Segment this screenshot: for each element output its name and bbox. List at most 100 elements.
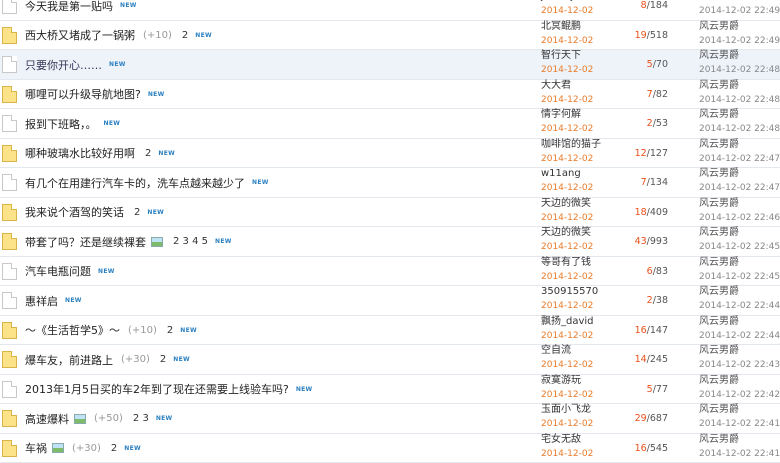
- new-badge: NEW: [104, 120, 121, 127]
- last-post-time[interactable]: 2014-12-02 22:43: [699, 359, 780, 372]
- page-links[interactable]: 2: [134, 207, 140, 218]
- thread-title-link[interactable]: 高速爆料: [25, 411, 69, 427]
- last-post-cell: 风云男爵 2014-12-02 22:47: [699, 138, 780, 166]
- thread-row[interactable]: 西大桥又堵成了一锅粥(+10)2NEW北冥鲲鹏2014-12-0219/518风…: [0, 21, 780, 51]
- last-poster-link[interactable]: 风云男爵: [699, 344, 780, 357]
- thread-title-link[interactable]: 报到下班略，。: [25, 116, 97, 132]
- last-poster-link[interactable]: 风云男爵: [699, 20, 780, 33]
- last-post-time[interactable]: 2014-12-02 22:46: [699, 212, 780, 225]
- thread-title-link[interactable]: 哪种玻璃水比较好用啊: [25, 145, 135, 161]
- hot-topic-icon: [2, 440, 17, 457]
- thread-row[interactable]: ～《生活哲学5》～(+10)2NEW飘扬_david2014-12-0216/1…: [0, 316, 780, 346]
- thread-title-area: 2013年1月5日买的车2年到了现在还需要上线验车吗? NEW: [25, 375, 525, 404]
- last-post-cell: 风云男爵 2014-12-02 22:48: [699, 49, 780, 77]
- last-post-time[interactable]: 2014-12-02 22:45: [699, 271, 780, 284]
- page-links[interactable]: 2: [160, 354, 166, 365]
- thread-row[interactable]: 哪哩可以升级导航地图?NEW大大君2014-12-027/82风云男爵2014-…: [0, 80, 780, 110]
- reply-view-count: 2/53: [620, 109, 668, 138]
- last-post-cell: 风云男爵 2014-12-02 22:42: [699, 374, 780, 402]
- thread-title-link[interactable]: 爆车友，前进路上: [25, 352, 113, 368]
- thread-title-area: 我来说个酒驾的笑话2NEW: [25, 198, 525, 227]
- thread-row[interactable]: 哪种玻璃水比较好用啊2NEW咖啡馆的猫子2014-12-0212/127风云男爵…: [0, 139, 780, 169]
- last-post-time[interactable]: 2014-12-02 22:41: [699, 418, 780, 431]
- thread-row[interactable]: 报到下班略，。NEW情字何解2014-12-022/53风云男爵2014-12-…: [0, 109, 780, 139]
- image-attachment-icon: [74, 414, 86, 424]
- new-badge: NEW: [180, 327, 197, 334]
- last-post-time[interactable]: 2014-12-02 22:48: [699, 123, 780, 136]
- last-post-time[interactable]: 2014-12-02 22:49: [699, 35, 780, 48]
- last-poster-link[interactable]: 风云男爵: [699, 167, 780, 180]
- page-links[interactable]: 2: [145, 148, 151, 159]
- last-poster-link[interactable]: 风云男爵: [699, 433, 780, 446]
- last-poster-link[interactable]: 风云男爵: [699, 374, 780, 387]
- last-post-cell: 风云男爵 2014-12-02 22:49: [699, 20, 780, 48]
- thread-row[interactable]: 今天我是第一贴吗NEWjizhenjin2014-12-028/184风云男爵2…: [0, 0, 780, 21]
- reply-view-count: 16/147: [620, 316, 668, 345]
- thread-title-area: 哪种玻璃水比较好用啊2NEW: [25, 139, 525, 168]
- thread-title-link[interactable]: 带套了吗？还是继续裸套: [25, 234, 146, 250]
- last-post-time[interactable]: 2014-12-02 22:41: [699, 448, 780, 461]
- thread-row[interactable]: 有几个在用建行汽车卡的，洗车点越来越少了NEWw11ang2014-12-027…: [0, 168, 780, 198]
- new-badge: NEW: [296, 386, 313, 393]
- last-poster-link[interactable]: 风云男爵: [699, 403, 780, 416]
- thread-row[interactable]: 带套了吗？还是继续裸套2 3 4 5NEW天边的微笑2014-12-0243/9…: [0, 227, 780, 257]
- thread-title-area: 西大桥又堵成了一锅粥(+10)2NEW: [25, 21, 525, 50]
- thread-row[interactable]: 我来说个酒驾的笑话2NEW天边的微笑2014-12-0218/409风云男爵20…: [0, 198, 780, 228]
- page-links[interactable]: 2: [167, 325, 173, 336]
- thread-title-link[interactable]: 2013年1月5日买的车2年到了现在还需要上线验车吗?: [25, 381, 289, 397]
- thread-title-link[interactable]: 西大桥又堵成了一锅粥: [25, 27, 135, 43]
- last-poster-link[interactable]: 风云男爵: [699, 49, 780, 62]
- thread-row[interactable]: 车祸(+30)2NEW宅女无敌2014-12-0216/545风云男爵2014-…: [0, 434, 780, 463]
- thread-title-link[interactable]: 哪哩可以升级导航地图?: [25, 86, 141, 102]
- topic-icon: [2, 292, 17, 309]
- last-post-cell: 风云男爵 2014-12-02 22:45: [699, 256, 780, 284]
- thread-row[interactable]: 惠祥启NEW3509155702014-12-022/38风云男爵2014-12…: [0, 286, 780, 316]
- last-poster-link[interactable]: 风云男爵: [699, 256, 780, 269]
- view-count: 687: [650, 413, 668, 424]
- reply-view-count: 5/77: [620, 375, 668, 404]
- page-links[interactable]: 2: [111, 443, 117, 454]
- last-post-time[interactable]: 2014-12-02 22:42: [699, 389, 780, 402]
- last-post-time[interactable]: 2014-12-02 22:48: [699, 94, 780, 107]
- thread-title-link[interactable]: 有几个在用建行汽车卡的，洗车点越来越少了: [25, 175, 245, 191]
- reply-count: 14: [635, 354, 647, 365]
- last-post-time[interactable]: 2014-12-02 22:47: [699, 153, 780, 166]
- page-links[interactable]: 2: [182, 30, 188, 41]
- thread-title-link[interactable]: 汽车电瓶问题: [25, 263, 91, 279]
- thread-row[interactable]: 高速爆料(+50)2 3NEW玉面小飞龙2014-12-0229/687风云男爵…: [0, 404, 780, 434]
- topic-icon: [2, 56, 17, 73]
- thread-row[interactable]: 只要你开心……NEW智行天下2014-12-025/70风云男爵2014-12-…: [0, 50, 780, 80]
- last-poster-link[interactable]: 风云男爵: [699, 226, 780, 239]
- thread-row[interactable]: 2013年1月5日买的车2年到了现在还需要上线验车吗?NEW寂寞游玩2014-1…: [0, 375, 780, 405]
- thread-title-link[interactable]: ～《生活哲学5》～: [25, 322, 120, 338]
- last-post-time[interactable]: 2014-12-02 22:48: [699, 64, 780, 77]
- last-poster-link[interactable]: 风云男爵: [699, 197, 780, 210]
- last-post-cell: 风云男爵 2014-12-02 22:41: [699, 403, 780, 431]
- last-post-time[interactable]: 2014-12-02 22:44: [699, 300, 780, 313]
- thread-title-link[interactable]: 惠祥启: [25, 293, 58, 309]
- thread-row[interactable]: 汽车电瓶问题NEW等哥有了钱2014-12-026/83风云男爵2014-12-…: [0, 257, 780, 287]
- last-poster-link[interactable]: 风云男爵: [699, 79, 780, 92]
- new-badge: NEW: [148, 91, 165, 98]
- thread-title-link[interactable]: 车祸: [25, 440, 47, 456]
- page-links[interactable]: 2 3: [133, 413, 149, 424]
- last-poster-link[interactable]: 风云男爵: [699, 285, 780, 298]
- hot-topic-icon: [2, 86, 17, 103]
- last-post-time[interactable]: 2014-12-02 22:45: [699, 241, 780, 254]
- last-poster-link[interactable]: 风云男爵: [699, 108, 780, 121]
- last-poster-link[interactable]: 风云男爵: [699, 0, 780, 3]
- last-post-cell: 风云男爵 2014-12-02 22:43: [699, 344, 780, 372]
- last-poster-link[interactable]: 风云男爵: [699, 138, 780, 151]
- page-links[interactable]: 2 3 4 5: [173, 236, 208, 247]
- last-post-time[interactable]: 2014-12-02 22:47: [699, 182, 780, 195]
- thread-title-link[interactable]: 只要你开心……: [25, 57, 102, 73]
- new-badge: NEW: [109, 61, 126, 68]
- thread-title-link[interactable]: 今天我是第一贴吗: [25, 0, 113, 14]
- last-post-time[interactable]: 2014-12-02 22:49: [699, 5, 780, 18]
- thread-row[interactable]: 爆车友，前进路上(+30)2NEW空自流2014-12-0214/245风云男爵…: [0, 345, 780, 375]
- last-poster-link[interactable]: 风云男爵: [699, 315, 780, 328]
- thread-title-link[interactable]: 我来说个酒驾的笑话: [25, 204, 124, 220]
- last-post-cell: 风云男爵 2014-12-02 22:49: [699, 0, 780, 18]
- view-count: 147: [650, 325, 668, 336]
- last-post-time[interactable]: 2014-12-02 22:44: [699, 330, 780, 343]
